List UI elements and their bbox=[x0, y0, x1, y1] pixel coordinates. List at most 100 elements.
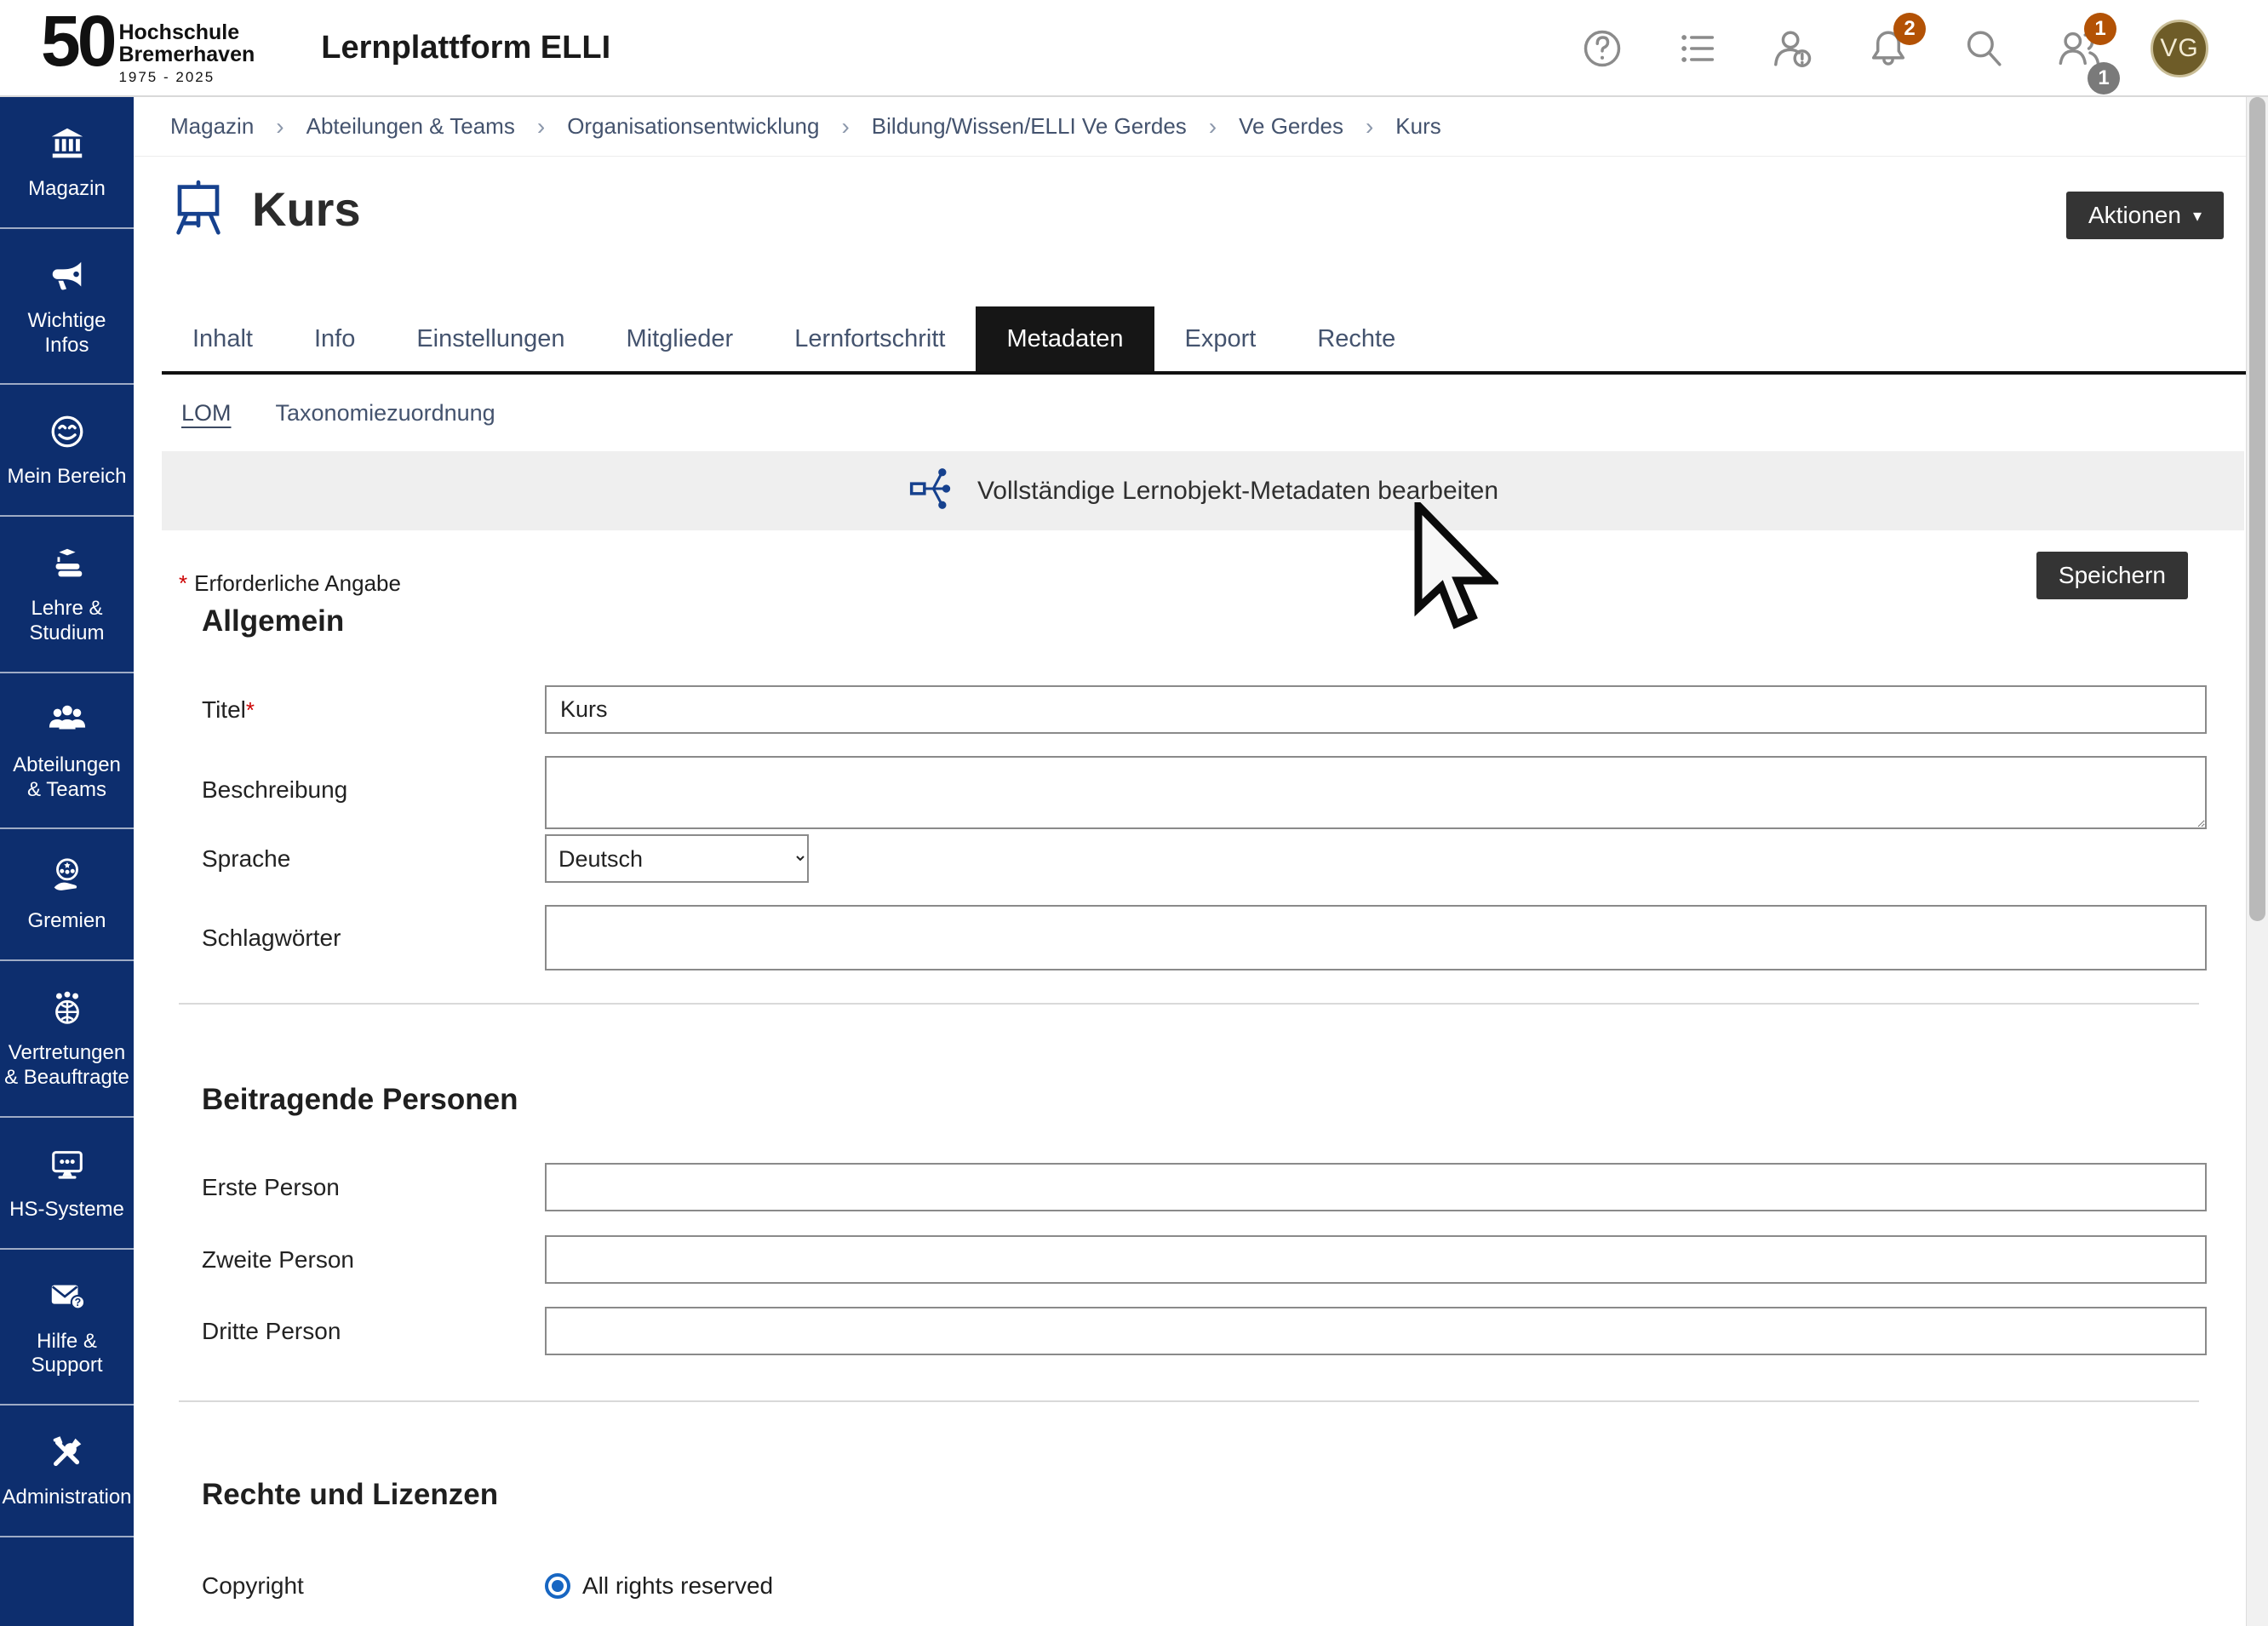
schlagwoerter-row: Schlagwörter bbox=[202, 905, 2207, 970]
scrollbar-thumb[interactable] bbox=[2249, 97, 2265, 921]
sprache-select[interactable]: Deutsch bbox=[545, 834, 809, 883]
schlagwoerter-input[interactable] bbox=[545, 905, 2207, 970]
tab-info[interactable]: Info bbox=[284, 306, 386, 371]
tab-lernfortschritt[interactable]: Lernfortschritt bbox=[764, 306, 976, 371]
chevron-down-icon: ▾ bbox=[2193, 205, 2202, 226]
subtab-lom[interactable]: LOM bbox=[181, 400, 232, 427]
section-beitragende-title: Beitragende Personen bbox=[202, 1083, 518, 1117]
beschreibung-label: Beschreibung bbox=[202, 776, 545, 804]
app-title: Lernplattform ELLI bbox=[321, 30, 610, 66]
copyright-row: Copyright All rights reserved bbox=[202, 1572, 2207, 1600]
titel-label: Titel* bbox=[202, 696, 545, 724]
tab-mitglieder[interactable]: Mitglieder bbox=[595, 306, 764, 371]
sidebar-item-mein-bereich[interactable]: Mein Bereich bbox=[0, 385, 134, 517]
section-rechte-title: Rechte und Lizenzen bbox=[202, 1478, 498, 1512]
logo-50-mark: 50 bbox=[41, 9, 113, 74]
tab-rechte[interactable]: Rechte bbox=[1286, 306, 1426, 371]
actions-button[interactable]: Aktionen ▾ bbox=[2066, 192, 2224, 239]
sidebar-item-hilfe-support[interactable]: ? Hilfe & Support bbox=[0, 1250, 134, 1406]
sidebar-item-magazin[interactable]: Magazin bbox=[0, 97, 134, 229]
course-easel-icon bbox=[170, 179, 226, 239]
dritte-person-input[interactable] bbox=[545, 1307, 2207, 1355]
logo-name-line2: Bremerhaven bbox=[118, 43, 255, 66]
sidebar-item-lehre-studium[interactable]: Lehre & Studium bbox=[0, 517, 134, 673]
breadcrumb-separator: › bbox=[841, 113, 849, 140]
copyright-radio-label: All rights reserved bbox=[582, 1572, 773, 1600]
contacts-badge-total: 1 bbox=[2088, 62, 2120, 94]
sidebar-item-abteilungen-teams[interactable]: Abteilungen & Teams bbox=[0, 673, 134, 830]
smiley-icon bbox=[48, 412, 87, 455]
page-title: Kurs bbox=[252, 181, 361, 237]
hochschule-bremerhaven-logo[interactable]: 50 Hochschule Bremerhaven 1975 - 2025 bbox=[41, 9, 255, 86]
schlagwoerter-label: Schlagwörter bbox=[202, 925, 545, 952]
copyright-radio[interactable] bbox=[545, 1573, 570, 1599]
sidebar-item-wichtige-infos[interactable]: Wichtige Infos bbox=[0, 229, 134, 386]
breadcrumb-organisationsentwicklung[interactable]: Organisationsentwicklung bbox=[567, 113, 819, 140]
tab-export[interactable]: Export bbox=[1154, 306, 1287, 371]
sidebar-item-hs-systeme[interactable]: HS-Systeme bbox=[0, 1118, 134, 1250]
zweite-person-row: Zweite Person bbox=[202, 1235, 2207, 1284]
section-divider bbox=[179, 1400, 2199, 1402]
logo-name-line1: Hochschule bbox=[118, 21, 255, 43]
top-header: 50 Hochschule Bremerhaven 1975 - 2025 Le… bbox=[0, 0, 2268, 97]
breadcrumb-magazin[interactable]: Magazin bbox=[170, 113, 254, 140]
erste-person-label: Erste Person bbox=[202, 1174, 545, 1201]
sidebar-item-administration[interactable]: Administration bbox=[0, 1406, 134, 1537]
bank-icon bbox=[48, 124, 87, 168]
zweite-person-label: Zweite Person bbox=[202, 1246, 545, 1274]
titel-input[interactable] bbox=[545, 685, 2207, 734]
sidebar-item-vertretungen[interactable]: Vertretungen & Beauftragte bbox=[0, 961, 134, 1118]
breadcrumb-kurs[interactable]: Kurs bbox=[1395, 113, 1440, 140]
course-tabs: Inhalt Info Einstellungen Mitglieder Ler… bbox=[162, 306, 2246, 375]
zweite-person-input[interactable] bbox=[545, 1235, 2207, 1284]
breadcrumb-bildung-wissen[interactable]: Bildung/Wissen/ELLI Ve Gerdes bbox=[872, 113, 1187, 140]
tab-inhalt[interactable]: Inhalt bbox=[162, 306, 284, 371]
tab-einstellungen[interactable]: Einstellungen bbox=[386, 306, 595, 371]
breadcrumb-separator: › bbox=[1366, 113, 1373, 140]
mail-question-icon: ? bbox=[48, 1277, 87, 1320]
committee-icon bbox=[48, 856, 87, 900]
main-sidebar: Magazin Wichtige Infos Mein Bereich Lehr… bbox=[0, 97, 134, 1626]
help-icon[interactable] bbox=[1578, 25, 1626, 72]
main-content: Magazin › Abteilungen & Teams › Organisa… bbox=[134, 97, 2246, 1626]
beschreibung-textarea[interactable] bbox=[545, 756, 2207, 829]
svg-text:?: ? bbox=[74, 1297, 81, 1308]
breadcrumb-separator: › bbox=[1209, 113, 1217, 140]
contacts-badge-new: 1 bbox=[2084, 13, 2116, 45]
dritte-person-label: Dritte Person bbox=[202, 1318, 545, 1345]
metadata-nodes-icon bbox=[908, 465, 955, 517]
titel-row: Titel* bbox=[202, 685, 2207, 734]
breadcrumb: Magazin › Abteilungen & Teams › Organisa… bbox=[134, 97, 2246, 157]
user-avatar[interactable]: VG bbox=[2151, 20, 2208, 77]
breadcrumb-ve-gerdes[interactable]: Ve Gerdes bbox=[1239, 113, 1343, 140]
tab-metadaten[interactable]: Metadaten bbox=[976, 306, 1154, 371]
erste-person-row: Erste Person bbox=[202, 1163, 2207, 1211]
banner-label: Vollständige Lernobjekt-Metadaten bearbe… bbox=[977, 477, 1498, 506]
section-allgemein-title: Allgemein bbox=[202, 604, 344, 638]
breadcrumb-separator: › bbox=[537, 113, 545, 140]
save-button[interactable]: Speichern bbox=[2036, 552, 2188, 599]
logo-years: 1975 - 2025 bbox=[118, 69, 255, 86]
required-note: *Erforderliche Angabe bbox=[179, 570, 401, 597]
megaphone-icon bbox=[48, 256, 87, 300]
who-is-online-icon[interactable] bbox=[1769, 25, 1817, 72]
edit-full-metadata-banner[interactable]: Vollständige Lernobjekt-Metadaten bearbe… bbox=[162, 451, 2244, 530]
subtab-taxonomiezuordnung[interactable]: Taxonomiezuordnung bbox=[276, 400, 495, 427]
section-divider bbox=[179, 1003, 2199, 1005]
search-icon[interactable] bbox=[1960, 25, 2007, 72]
required-asterisk: * bbox=[179, 570, 187, 596]
metadata-subtabs: LOM Taxonomiezuordnung bbox=[181, 400, 495, 427]
notifications-badge: 2 bbox=[1893, 13, 1926, 45]
page-scrollbar[interactable] bbox=[2246, 97, 2268, 1626]
monitor-icon bbox=[48, 1145, 87, 1188]
todo-list-icon[interactable] bbox=[1674, 25, 1721, 72]
sidebar-item-gremien[interactable]: Gremien bbox=[0, 829, 134, 961]
sprache-row: Sprache Deutsch bbox=[202, 834, 2207, 883]
notifications-bell-icon[interactable]: 2 bbox=[1864, 25, 1912, 72]
books-graduation-icon bbox=[48, 544, 87, 587]
contacts-icon[interactable]: 1 1 bbox=[2055, 25, 2103, 72]
breadcrumb-abteilungen-teams[interactable]: Abteilungen & Teams bbox=[306, 113, 515, 140]
erste-person-input[interactable] bbox=[545, 1163, 2207, 1211]
globe-people-icon bbox=[48, 988, 87, 1032]
elli-learning-platform: 50 Hochschule Bremerhaven 1975 - 2025 Le… bbox=[0, 0, 2268, 1626]
